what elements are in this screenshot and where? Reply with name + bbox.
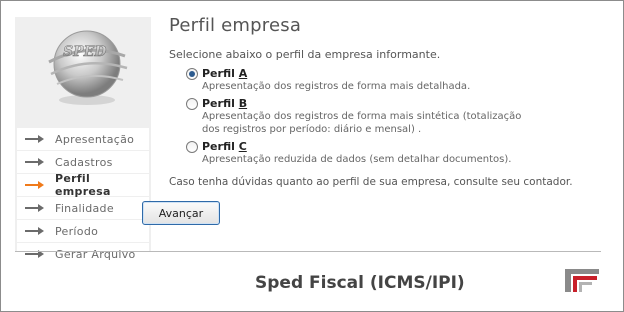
sped-logo: SPED	[15, 17, 151, 113]
main-panel: Perfil empresa Selecione abaixo o perfil…	[169, 15, 609, 188]
sidebar-item-label: Finalidade	[55, 201, 114, 215]
profile-option-label[interactable]: Perfil A	[202, 67, 609, 80]
label-key: C	[238, 140, 247, 153]
sidebar-item-label: Gerar Arquivo	[55, 247, 136, 261]
sidebar-item-label: Cadastros	[55, 155, 113, 169]
profile-option-label[interactable]: Perfil C	[202, 140, 609, 153]
label-prefix: Perfil	[202, 67, 239, 80]
sidebar-item-período[interactable]: Período	[17, 220, 149, 242]
sidebar-item-apresentação[interactable]: Apresentação	[17, 128, 149, 150]
intro-text: Selecione abaixo o perfil da empresa inf…	[169, 48, 441, 61]
profile-option-description: Apresentação dos registros de forma mais…	[202, 111, 522, 122]
sidebar-item-label: Apresentação	[55, 132, 135, 146]
sidebar-item-perfil-empresa[interactable]: Perfil empresa	[17, 172, 149, 198]
brand-logo-icon	[565, 269, 599, 292]
footer-divider	[15, 251, 601, 252]
arrow-right-icon	[25, 227, 44, 235]
profile-option-description: Apresentação reduzida de dados (sem deta…	[202, 154, 512, 165]
profile-option: Perfil A Apresentação dos registros de fo…	[169, 67, 609, 93]
profile-option-description: dos registros por período: diário e mens…	[202, 124, 422, 135]
profile-option-description: Apresentação dos registros de forma mais…	[202, 81, 471, 92]
footer-title: Sped Fiscal (ICMS/IPI)	[255, 273, 465, 293]
wizard-steps: Apresentação Cadastros Perfil empresa Final…	[17, 128, 149, 266]
sped-globe-icon: SPED	[48, 30, 128, 105]
svg-text:SPED: SPED	[63, 44, 107, 60]
sidebar-item-label: Período	[55, 224, 99, 238]
label-key: A	[238, 67, 248, 80]
sidebar-item-label: Perfil empresa	[55, 172, 111, 198]
profile-option: Perfil C Apresentação reduzida de dados (…	[169, 140, 609, 166]
profile-option-label[interactable]: Perfil B	[202, 97, 609, 110]
sidebar-item-finalidade[interactable]: Finalidade	[17, 197, 149, 219]
label-prefix: Perfil	[202, 97, 239, 110]
arrow-right-icon	[25, 181, 44, 189]
profile-options: Perfil A Apresentação dos registros de fo…	[169, 67, 609, 166]
arrow-right-icon	[25, 158, 44, 166]
profile-radio[interactable]	[186, 141, 198, 153]
sidebar: SPED Apresentação Cadastros Perfil empresa…	[15, 17, 151, 265]
page-title: Perfil empresa	[169, 15, 302, 36]
label-key: B	[238, 97, 248, 110]
sidebar-item-cadastros[interactable]: Cadastros	[17, 151, 149, 173]
profile-option: Perfil B Apresentação dos registros de fo…	[169, 97, 609, 136]
sidebar-item-gerar-arquivo[interactable]: Gerar Arquivo	[17, 243, 149, 265]
wizard-window: SPED Apresentação Cadastros Perfil empresa…	[0, 0, 624, 312]
next-button[interactable]: Avançar	[142, 201, 220, 225]
help-note: Caso tenha dúvidas quanto ao perfil de s…	[169, 176, 573, 188]
arrow-right-icon	[25, 204, 44, 212]
arrow-right-icon	[25, 135, 44, 143]
profile-radio[interactable]	[186, 68, 198, 80]
label-prefix: Perfil	[202, 140, 239, 153]
profile-radio[interactable]	[186, 98, 198, 110]
